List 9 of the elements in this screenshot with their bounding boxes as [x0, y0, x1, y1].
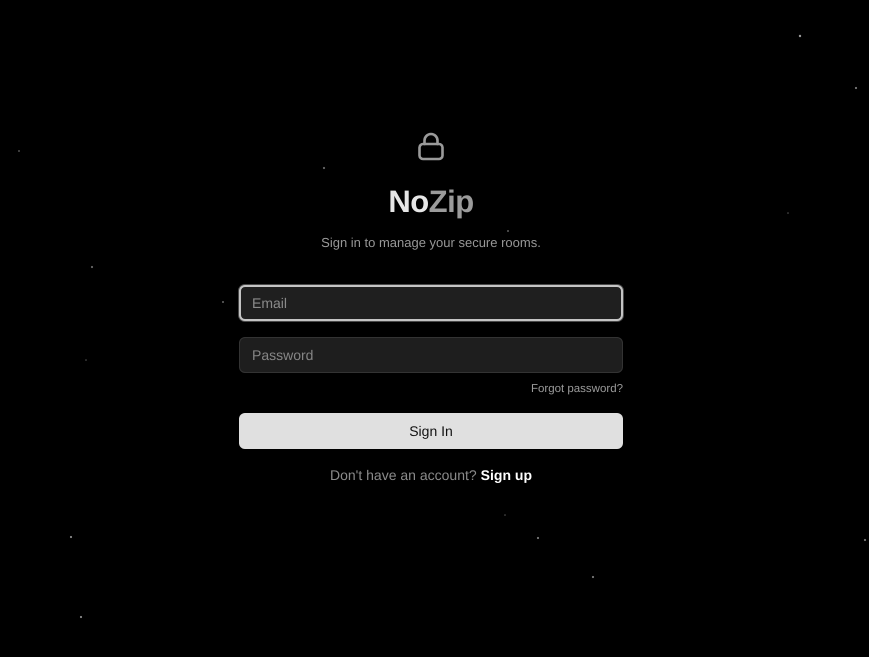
email-field[interactable]: Email — [239, 285, 623, 321]
subtitle: Sign in to manage your secure rooms. — [321, 235, 541, 250]
sign-in-button[interactable]: Sign In — [239, 413, 623, 449]
lock-icon — [417, 131, 445, 161]
sign-up-link[interactable]: Sign up — [480, 465, 532, 485]
app-title: NoZip — [388, 183, 474, 221]
password-field[interactable]: Password — [239, 337, 623, 373]
forgot-password-link[interactable]: Forgot password? — [530, 381, 623, 397]
signup-prompt: Don't have an account? — [330, 466, 477, 485]
